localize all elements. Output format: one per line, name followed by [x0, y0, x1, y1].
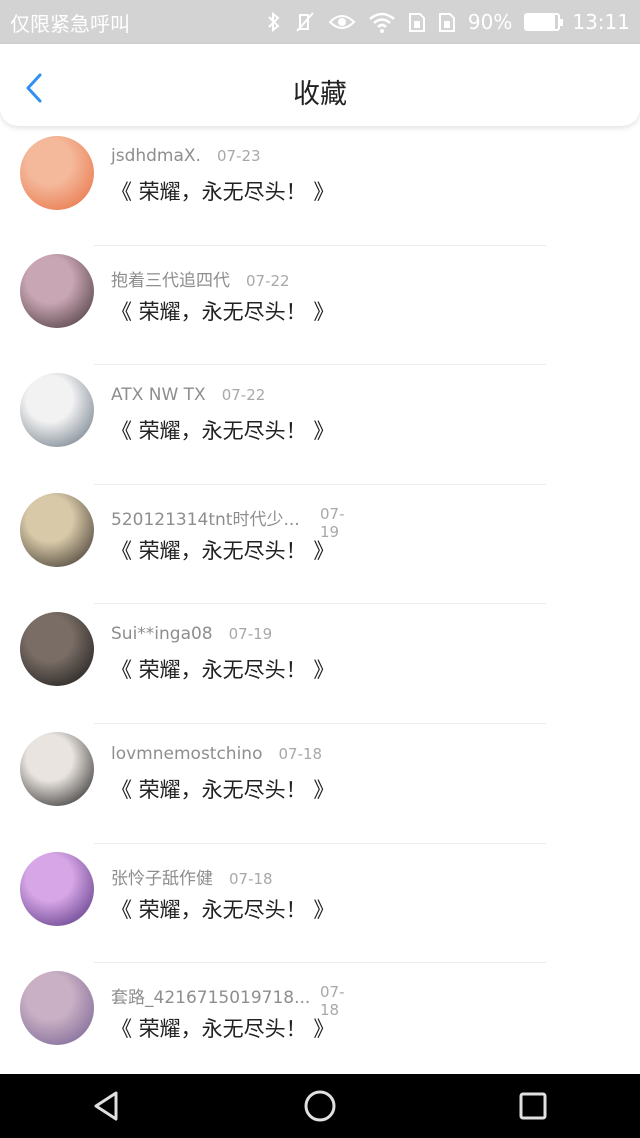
avatar[interactable] — [20, 731, 94, 806]
list-item[interactable]: 套路_4216715019718... 07-18 《 荣耀，永无尽头！ 》 — [0, 963, 640, 1074]
item-text[interactable]: 《 荣耀，永无尽头！ 》 — [111, 894, 334, 924]
battery-icon — [524, 13, 564, 31]
recents-square-icon — [519, 1092, 547, 1120]
item-date: 07-18 — [278, 744, 323, 763]
item-text[interactable]: 《 荣耀，永无尽头！ 》 — [111, 654, 334, 684]
avatar[interactable] — [20, 253, 94, 328]
item-meta: lovmnemostchino 07-18 — [111, 744, 322, 764]
favorites-list: jsdhdmaX. 07-23 《 荣耀，永无尽头！ 》抱着三代追四代 07-22 《 … — [0, 126, 640, 1074]
item-meta: jsdhdmaX. 07-23 — [111, 146, 261, 166]
item-meta: ATX NW TX 07-22 — [111, 385, 265, 405]
battery-percent: 90% — [467, 10, 513, 34]
item-date: 07-23 — [216, 147, 261, 165]
item-meta: Sui**inga08 07-19 — [111, 624, 272, 644]
item-date: 07-22 — [221, 386, 266, 405]
item-meta: 520121314tnt时代少... 07-19 — [111, 505, 345, 541]
sim-icon — [408, 11, 426, 33]
header: 收藏 — [0, 44, 640, 126]
username[interactable]: lovmnemostchino — [111, 744, 262, 764]
item-meta: 套路_4216715019718... 07-18 — [111, 983, 345, 1019]
item-text[interactable]: 《 荣耀，永无尽头！ 》 — [111, 1013, 334, 1043]
wifi-icon — [368, 11, 396, 33]
clock: 13:11 — [572, 10, 630, 34]
item-date: 07-19 — [228, 625, 273, 644]
item-text[interactable]: 《 荣耀，永无尽头！ 》 — [111, 176, 334, 206]
page-title: 收藏 — [293, 79, 347, 110]
username[interactable]: Sui**inga08 — [111, 624, 213, 644]
username[interactable]: 抱着三代追四代 — [111, 266, 230, 291]
sim2-icon — [438, 11, 456, 33]
list-item[interactable]: 520121314tnt时代少... 07-19 《 荣耀，永无尽头！ 》 — [0, 485, 640, 605]
avatar[interactable] — [20, 373, 94, 448]
bluetooth-icon — [266, 11, 282, 33]
item-date: 07-22 — [246, 271, 290, 290]
avatar[interactable] — [20, 492, 94, 567]
list-item[interactable]: 张怜子舐作健 07-18 《 荣耀，永无尽头！ 》 — [0, 844, 640, 964]
username[interactable]: 520121314tnt时代少... — [111, 505, 300, 530]
item-date: 07-18 — [229, 869, 273, 888]
home-nav-button[interactable] — [288, 1074, 352, 1138]
list-item[interactable]: lovmnemostchino 07-18 《 荣耀，永无尽头！ 》 — [0, 724, 640, 844]
status-bar: 仅限紧急呼叫 90% 13:11 — [0, 0, 640, 44]
item-text[interactable]: 《 荣耀，永无尽头！ 》 — [111, 415, 334, 445]
avatar[interactable] — [20, 612, 94, 687]
back-triangle-icon — [94, 1091, 118, 1121]
list-item[interactable]: Sui**inga08 07-19 《 荣耀，永无尽头！ 》 — [0, 604, 640, 724]
item-meta: 抱着三代追四代 07-22 — [111, 266, 290, 291]
username[interactable]: 套路_4216715019718... — [111, 983, 310, 1008]
username[interactable]: 张怜子舐作健 — [111, 864, 213, 889]
username[interactable]: jsdhdmaX. — [111, 146, 201, 166]
username[interactable]: ATX NW TX — [111, 385, 206, 405]
status-icons: 90% 13:11 — [266, 10, 630, 34]
list-item[interactable]: ATX NW TX 07-22 《 荣耀，永无尽头！ 》 — [0, 365, 640, 485]
avatar[interactable] — [20, 851, 94, 926]
avatar[interactable] — [20, 971, 94, 1046]
item-meta: 张怜子舐作健 07-18 — [111, 864, 273, 889]
carrier-text: 仅限紧急呼叫 — [10, 11, 130, 36]
item-text[interactable]: 《 荣耀，永无尽头！ 》 — [111, 535, 334, 565]
back-nav-button[interactable] — [75, 1074, 139, 1138]
eye-icon — [328, 12, 356, 32]
item-text[interactable]: 《 荣耀，永无尽头！ 》 — [111, 774, 334, 804]
avatar[interactable] — [20, 136, 94, 210]
item-text[interactable]: 《 荣耀，永无尽头！ 》 — [111, 296, 334, 326]
system-nav-bar — [0, 1074, 640, 1138]
list-item[interactable]: 抱着三代追四代 07-22 《 荣耀，永无尽头！ 》 — [0, 246, 640, 366]
home-circle-icon — [304, 1090, 336, 1122]
recents-nav-button[interactable] — [501, 1074, 565, 1138]
list-item[interactable]: jsdhdmaX. 07-23 《 荣耀，永无尽头！ 》 — [0, 126, 640, 246]
vibrate-off-icon — [294, 11, 316, 33]
